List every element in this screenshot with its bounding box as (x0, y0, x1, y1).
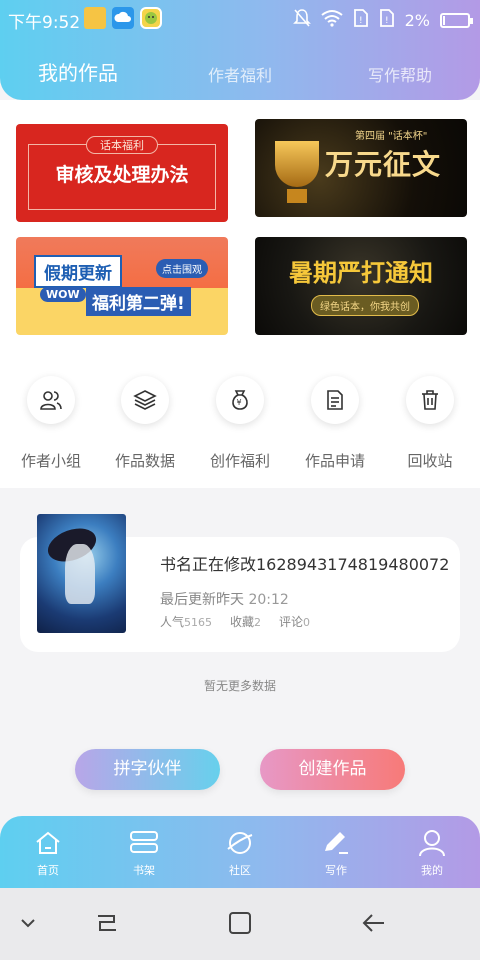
func-creation-welfare[interactable]: ¥ 创作福利 (195, 376, 285, 471)
stat-label: 人气 (160, 615, 185, 629)
sim-icon: ! (353, 8, 369, 33)
nav-label: 写作 (325, 864, 347, 877)
func-work-data[interactable]: 作品数据 (100, 376, 190, 471)
status-time: 下午9:52 (8, 13, 81, 33)
stat-label: 收藏 (230, 615, 255, 629)
create-work-button[interactable]: 创建作品 (260, 749, 405, 790)
recents-icon[interactable] (94, 910, 120, 940)
status-bar: 下午9:52 ! ! 2% (0, 0, 480, 36)
banner-tag: 话本福利 (86, 136, 158, 154)
home-square-icon[interactable] (227, 910, 253, 940)
back-icon[interactable] (360, 910, 388, 940)
book-cover-image[interactable] (37, 514, 126, 633)
nav-bookshelf[interactable]: 书架 (114, 828, 174, 878)
stat-value: 2 (254, 616, 262, 629)
wifi-icon (320, 9, 343, 32)
document-icon (311, 376, 359, 424)
update-label: 最后更新昨天 (160, 592, 244, 608)
func-label: 作者小组 (20, 452, 81, 470)
banner-grid: 话本福利 审核及处理办法 第四届 "话本杯" 万元征文 假期更新 点击围观 WO… (0, 100, 480, 336)
chat-app-icon (140, 7, 162, 29)
stat-popularity: 人气5165 (160, 613, 212, 630)
stat-favorites: 收藏2 (230, 613, 261, 630)
tab-author-welfare[interactable]: 作者福利 (208, 62, 272, 86)
banner-cta: 点击围观 (156, 259, 208, 278)
sim-icon: ! (379, 8, 395, 33)
func-work-application[interactable]: 作品申请 (290, 376, 380, 471)
stat-comments: 评论0 (279, 613, 310, 630)
home-icon (18, 828, 78, 858)
cover-art (65, 544, 95, 604)
banner-subtitle: 福利第二弹! (86, 287, 191, 316)
layers-icon (121, 376, 169, 424)
nav-mine[interactable]: 我的 (402, 828, 462, 878)
no-more-data-text: 暂无更多数据 (203, 679, 276, 693)
func-author-group[interactable]: 作者小组 (6, 376, 96, 471)
planet-icon (210, 828, 270, 858)
work-update: 最后更新昨天 20:12 (160, 589, 289, 609)
weather-icon (112, 7, 134, 29)
banner-title: 暑期严打通知 (289, 259, 433, 287)
func-recycle-bin[interactable]: 回收站 (385, 376, 475, 471)
pen-icon (306, 828, 366, 858)
nav-label: 社区 (229, 864, 251, 877)
banner-review-policy[interactable]: 话本福利 审核及处理办法 (16, 124, 228, 222)
partner-button[interactable]: 拼字伙伴 (75, 749, 220, 790)
nav-label: 书架 (133, 864, 155, 877)
function-grid: 作者小组 作品数据 ¥ 创作福利 作品申请 回收站 (0, 336, 480, 488)
stat-value: 0 (303, 616, 311, 629)
trophy-base (287, 189, 307, 203)
money-bag-icon: ¥ (216, 376, 264, 424)
stat-value: 5165 (184, 616, 213, 629)
stat-label: 评论 (279, 615, 304, 629)
system-nav-bar (0, 888, 480, 960)
banner-title: 审核及处理办法 (55, 164, 189, 186)
nav-label: 首页 (37, 864, 59, 877)
func-label: 作品申请 (304, 452, 365, 470)
banner-essay-contest[interactable]: 第四届 "话本杯" 万元征文 (255, 119, 467, 217)
bookshelf-icon (114, 828, 174, 858)
tab-writing-help[interactable]: 写作帮助 (368, 62, 432, 86)
trash-icon (406, 376, 454, 424)
svg-text:!: ! (385, 16, 389, 26)
banner-title: 万元征文 (325, 148, 442, 181)
banner-holiday-update[interactable]: 假期更新 点击围观 WOW 福利第二弹! (16, 237, 228, 335)
nav-label: 我的 (421, 864, 443, 877)
banner-pill: 绿色话本，你我共创 (311, 295, 419, 316)
nav-community[interactable]: 社区 (210, 828, 270, 878)
trophy-icon (275, 141, 319, 187)
top-tabs: 我的作品 作者福利 写作帮助 (0, 52, 480, 92)
func-label: 作品数据 (114, 452, 175, 470)
banner-wow-badge: WOW (40, 287, 86, 302)
svg-text:¥: ¥ (237, 398, 242, 407)
header: 下午9:52 ! ! 2% 我的作品 作者福利 写作帮助 (0, 0, 480, 100)
update-time: 20:12 (248, 592, 289, 608)
battery-icon (440, 13, 473, 28)
banner-title: 假期更新 (34, 255, 122, 288)
battery-percent: 2% (404, 11, 430, 30)
svg-text:!: ! (359, 16, 363, 26)
nav-writing[interactable]: 写作 (306, 828, 366, 878)
user-group-icon (27, 376, 75, 424)
chevron-down-icon[interactable] (20, 914, 36, 933)
banner-subtitle: 第四届 "话本杯" (355, 131, 428, 142)
work-stats: 人气5165 收藏2 评论0 (160, 613, 310, 630)
work-title: 书名正在修改1628943174819480072 (160, 555, 450, 574)
tab-my-works[interactable]: 我的作品 (38, 57, 118, 86)
profile-icon (402, 828, 462, 858)
nav-home[interactable]: 首页 (18, 828, 78, 878)
folder-icon (84, 7, 106, 29)
func-label: 回收站 (407, 452, 453, 470)
banner-summer-notice[interactable]: 暑期严打通知 绿色话本，你我共创 (255, 237, 467, 335)
bottom-nav: 首页 书架 社区 写作 我的 (0, 816, 480, 888)
func-label: 创作福利 (209, 452, 270, 470)
mute-bell-icon (292, 8, 311, 33)
